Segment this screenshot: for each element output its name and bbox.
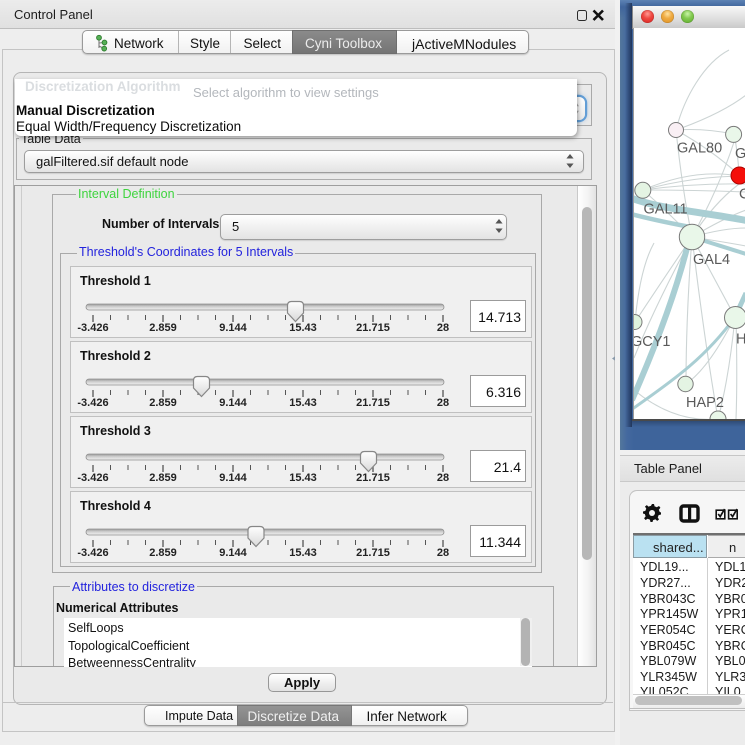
svg-text:28: 28 <box>437 397 449 409</box>
svg-text:GAL80: GAL80 <box>677 141 722 157</box>
svg-text:28: 28 <box>437 472 449 484</box>
svg-text:28: 28 <box>437 547 449 559</box>
svg-text:GAL4: GAL4 <box>693 252 730 268</box>
svg-text:15.43: 15.43 <box>289 547 317 559</box>
svg-text:9.144: 9.144 <box>219 397 247 409</box>
svg-text:21.715: 21.715 <box>356 322 390 334</box>
svg-text:15.43: 15.43 <box>289 472 317 484</box>
svg-text:2.859: 2.859 <box>149 547 177 559</box>
svg-text:9.144: 9.144 <box>219 322 247 334</box>
svg-text:9.144: 9.144 <box>219 472 247 484</box>
svg-text:2.859: 2.859 <box>149 397 177 409</box>
svg-text:GCY1: GCY1 <box>634 334 671 350</box>
svg-text:-3.426: -3.426 <box>77 322 108 334</box>
svg-text:15.43: 15.43 <box>289 397 317 409</box>
svg-text:21.715: 21.715 <box>356 397 390 409</box>
svg-text:H: H <box>736 332 745 348</box>
svg-text:2.859: 2.859 <box>149 322 177 334</box>
svg-text:9.144: 9.144 <box>219 547 247 559</box>
svg-text:-3.426: -3.426 <box>77 547 108 559</box>
svg-text:C: C <box>739 187 745 203</box>
svg-text:HAP2: HAP2 <box>686 395 724 411</box>
svg-text:GAL11: GAL11 <box>644 202 688 218</box>
svg-text:15.43: 15.43 <box>289 322 317 334</box>
svg-text:21.715: 21.715 <box>356 472 390 484</box>
svg-text:-3.426: -3.426 <box>77 472 108 484</box>
svg-text:21.715: 21.715 <box>356 547 390 559</box>
svg-text:-3.426: -3.426 <box>77 397 108 409</box>
svg-text:GA: GA <box>735 146 745 162</box>
svg-text:28: 28 <box>437 322 449 334</box>
svg-text:2.859: 2.859 <box>149 472 177 484</box>
